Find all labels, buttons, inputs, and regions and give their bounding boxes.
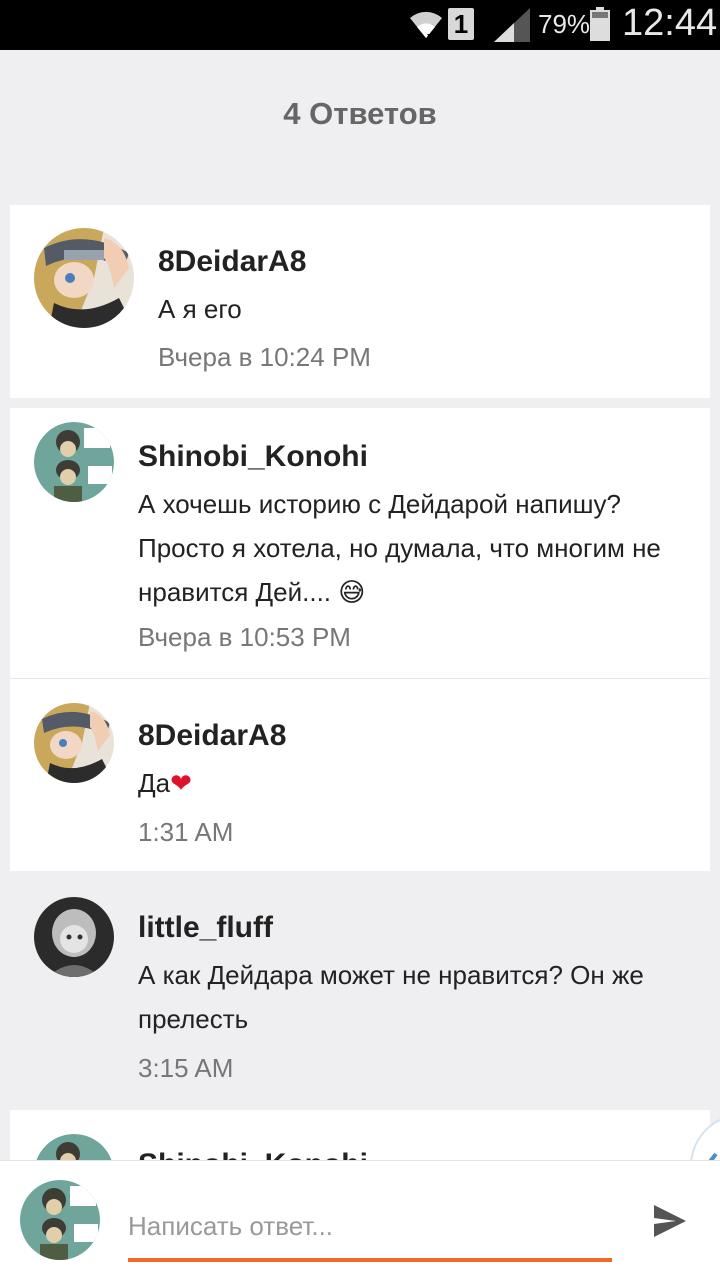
comment-username[interactable]: Shinobi_Konohi <box>138 440 368 474</box>
sim-icon: 1 <box>448 8 474 40</box>
reply-input[interactable] <box>128 1201 612 1251</box>
comment-timestamp: 3:15 AM <box>138 1053 234 1083</box>
avatar[interactable] <box>34 422 114 502</box>
send-icon[interactable] <box>652 1203 688 1239</box>
avatar[interactable] <box>34 228 134 328</box>
heart-emoji-icon: ❤ <box>170 768 192 798</box>
comment[interactable]: Shinobi_Konohi <box>10 1110 710 1160</box>
comment-text: А хочешь историю с Дейдарой напишу? Прос… <box>138 482 694 614</box>
wifi-icon <box>410 11 442 38</box>
comment-text-content: Да <box>138 768 171 798</box>
comment-text: А я его <box>158 294 242 324</box>
comment-text-content: А хочешь историю с Дейдарой напишу? Прос… <box>138 489 661 607</box>
comment[interactable]: 8DeidarA8 А я его Вчера в 10:24 PM <box>10 205 710 398</box>
comment-username[interactable]: 8DeidarA8 <box>158 245 306 279</box>
comment-timestamp: Вчера в 10:53 PM <box>138 622 351 652</box>
comment[interactable]: little_fluff А как Дейдара может не нрав… <box>10 871 710 1110</box>
comment-username[interactable]: 8DeidarA8 <box>138 719 286 753</box>
comment-username[interactable]: little_fluff <box>138 911 273 945</box>
status-bar: 1 79% 12:44 <box>0 0 720 50</box>
battery-icon <box>590 7 610 41</box>
reply-bar <box>0 1160 720 1280</box>
grin-emoji-icon: 😅 <box>338 577 366 607</box>
reply-underline <box>128 1258 612 1262</box>
battery-percent: 79% <box>538 9 591 39</box>
page-title: 4 Ответов <box>283 96 437 131</box>
avatar[interactable] <box>34 1134 114 1160</box>
comment-username[interactable]: Shinobi_Konohi <box>138 1148 368 1160</box>
clock: 12:44 <box>622 2 718 44</box>
comment-text: Да❤ <box>138 761 192 805</box>
comment[interactable]: 8DeidarA8 Да❤ 1:31 AM <box>10 679 710 871</box>
comment[interactable]: Shinobi_Konohi А хочешь историю с Дейдар… <box>10 408 710 678</box>
avatar <box>20 1180 100 1260</box>
comment-text: А как Дейдара может не нравится? Он же п… <box>138 960 644 1034</box>
avatar[interactable] <box>34 897 114 977</box>
avatar[interactable] <box>34 703 114 783</box>
signal-icon <box>494 8 530 42</box>
comment-timestamp: 1:31 AM <box>138 817 234 847</box>
comment-timestamp: Вчера в 10:24 PM <box>158 342 371 372</box>
